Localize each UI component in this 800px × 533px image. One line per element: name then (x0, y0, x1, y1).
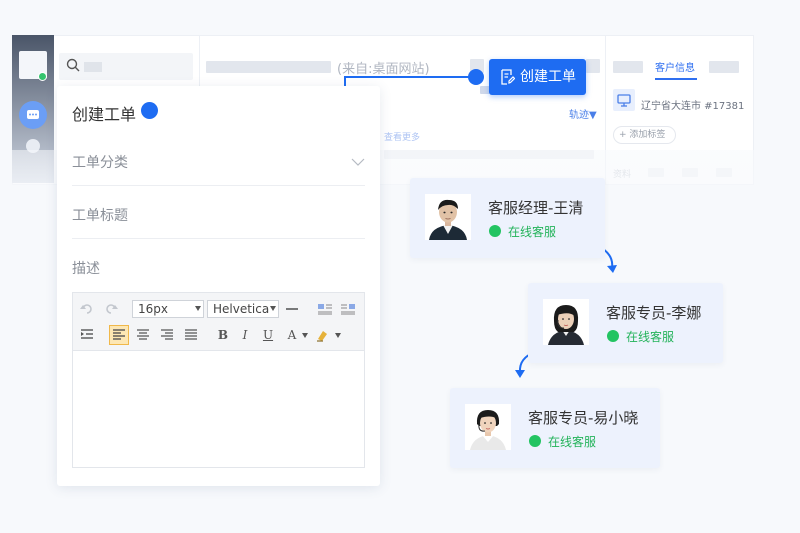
assignment-flow-arrows (515, 245, 617, 378)
agent-card[interactable]: 客服经理-王清 在线客服 (410, 178, 605, 258)
online-status-dot (489, 225, 501, 237)
agent-card[interactable]: 客服专员-李娜 在线客服 (528, 283, 723, 363)
agent-status: 在线客服 (626, 330, 675, 344)
agent-name: 客服经理-王清 (488, 199, 584, 217)
agent-status: 在线客服 (508, 225, 557, 239)
online-status-dot (607, 330, 619, 342)
online-status-dot (529, 435, 541, 447)
agent-card[interactable]: 客服专员-易小晓 在线客服 (450, 388, 660, 468)
agent-name: 客服专员-易小晓 (528, 409, 639, 427)
agent-specialist-avatar (465, 404, 511, 450)
agent-specialist-avatar (543, 299, 589, 345)
agent-manager-avatar (425, 194, 471, 240)
agent-status: 在线客服 (548, 435, 597, 449)
agent-name: 客服专员-李娜 (606, 304, 702, 322)
